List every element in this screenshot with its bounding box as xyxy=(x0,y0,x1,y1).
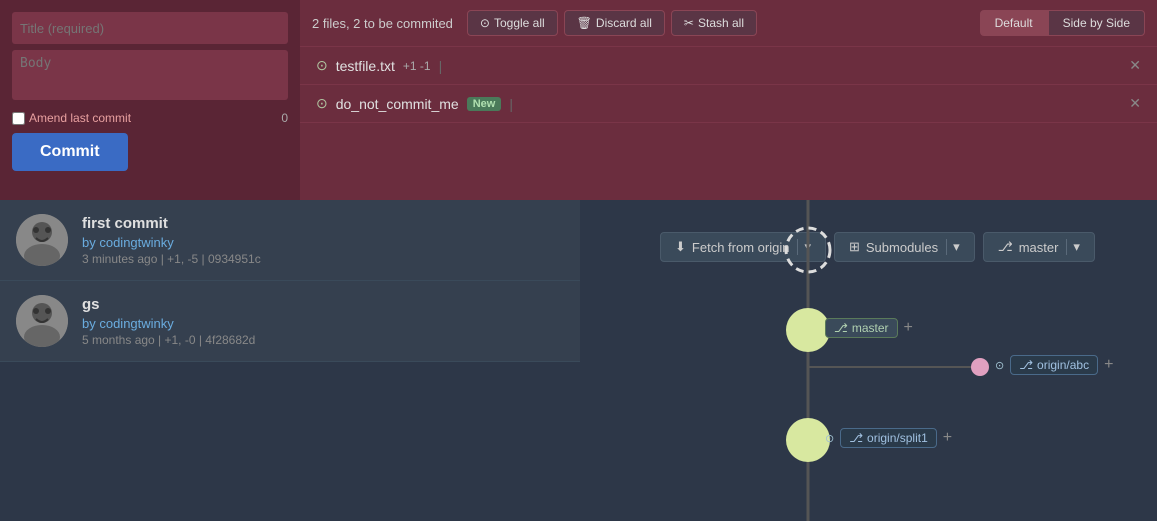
commit-body-input[interactable] xyxy=(12,50,288,100)
add-abc-icon[interactable]: + xyxy=(1104,356,1113,374)
commit-author-1: by codingtwinky xyxy=(82,235,261,250)
discard-all-button[interactable]: 🗑 Discard all xyxy=(564,10,665,36)
toggle-icon: ⊙ xyxy=(480,16,490,30)
commit-meta-2: 5 months ago | +1, -0 | 4f28682d xyxy=(82,333,255,347)
graph-area: ⬇ Fetch from origin ▾ ⊞ Submodules ▾ ⎇ m… xyxy=(580,200,1157,521)
master-branch-label: ⎇ master xyxy=(825,318,898,338)
remote-icon-abc: ⊙ xyxy=(995,359,1004,372)
commit-item[interactable]: first commit by codingtwinky 3 minutes a… xyxy=(0,200,580,281)
stash-icon: ✂ xyxy=(684,16,694,30)
file-name-1: testfile.txt xyxy=(336,58,395,74)
separator-1: | xyxy=(439,58,443,74)
file-staged-icon-2: ⊙ xyxy=(316,95,328,112)
amend-checkbox[interactable] xyxy=(12,112,25,125)
origin-split1-label: ⎇ origin/split1 xyxy=(840,428,937,448)
file-name-2: do_not_commit_me xyxy=(336,96,459,112)
side-by-side-view-button[interactable]: Side by Side xyxy=(1048,10,1145,36)
commit-info-1: first commit by codingtwinky 3 minutes a… xyxy=(82,215,261,266)
amend-row: Amend last commit 0 xyxy=(12,111,288,125)
file-diff-1: +1 -1 xyxy=(403,59,431,73)
separator-2: | xyxy=(509,96,513,112)
view-buttons: Default Side by Side xyxy=(980,10,1145,36)
top-panel: Amend last commit 0 Commit 2 files, 2 to… xyxy=(0,0,1157,200)
commit-title-1: first commit xyxy=(82,215,261,232)
commit-author-2: by codingtwinky xyxy=(82,316,255,331)
commit-item[interactable]: gs by codingtwinky 5 months ago | +1, -0… xyxy=(0,281,580,362)
files-panel: 2 files, 2 to be commited ⊙ Toggle all 🗑… xyxy=(300,0,1157,200)
file-row[interactable]: ⊙ do_not_commit_me New | ✕ xyxy=(300,85,1157,123)
commit-title-2: gs xyxy=(82,296,255,313)
amend-count: 0 xyxy=(281,111,288,125)
default-view-button[interactable]: Default xyxy=(980,10,1048,36)
origin-abc-area: ⊙ ⎇ origin/abc + xyxy=(995,355,1113,375)
branch-icon-abc: ⎇ xyxy=(1019,358,1033,372)
avatar-2 xyxy=(16,295,68,347)
commit-meta-1: 3 minutes ago | +1, -5 | 0934951c xyxy=(82,252,261,266)
toggle-all-button[interactable]: ⊙ Toggle all xyxy=(467,10,558,36)
remote-icon-split1: ⊙ xyxy=(825,432,834,445)
branch-icon-master: ⎇ xyxy=(834,321,848,335)
stash-all-button[interactable]: ✂ Stash all xyxy=(671,10,757,36)
new-badge: New xyxy=(467,97,502,111)
branch-icon-split1: ⎇ xyxy=(849,431,863,445)
trash-icon: 🗑 xyxy=(577,16,592,30)
file-row[interactable]: ⊙ testfile.txt +1 -1 | ✕ xyxy=(300,47,1157,85)
files-count: 2 files, 2 to be commited xyxy=(312,16,453,31)
close-file-2-icon[interactable]: ✕ xyxy=(1129,95,1141,112)
master-branch-area: ⎇ master + xyxy=(825,318,913,338)
bottom-panel: first commit by codingtwinky 3 minutes a… xyxy=(0,200,1157,521)
add-master-icon[interactable]: + xyxy=(904,319,913,337)
commit-info-2: gs by codingtwinky 5 months ago | +1, -0… xyxy=(82,296,255,347)
commit-list: first commit by codingtwinky 3 minutes a… xyxy=(0,200,580,521)
commit-button[interactable]: Commit xyxy=(12,133,128,171)
amend-last-commit-label[interactable]: Amend last commit xyxy=(12,111,131,125)
add-split1-icon[interactable]: + xyxy=(943,429,952,447)
origin-split1-area: ⊙ ⎇ origin/split1 + xyxy=(825,428,952,448)
commit-form: Amend last commit 0 Commit xyxy=(0,0,300,200)
avatar-1 xyxy=(16,214,68,266)
file-staged-icon: ⊙ xyxy=(316,57,328,74)
commit-title-input[interactable] xyxy=(12,12,288,44)
origin-abc-label: ⎇ origin/abc xyxy=(1010,355,1098,375)
files-toolbar: 2 files, 2 to be commited ⊙ Toggle all 🗑… xyxy=(300,0,1157,47)
close-file-1-icon[interactable]: ✕ xyxy=(1129,57,1141,74)
